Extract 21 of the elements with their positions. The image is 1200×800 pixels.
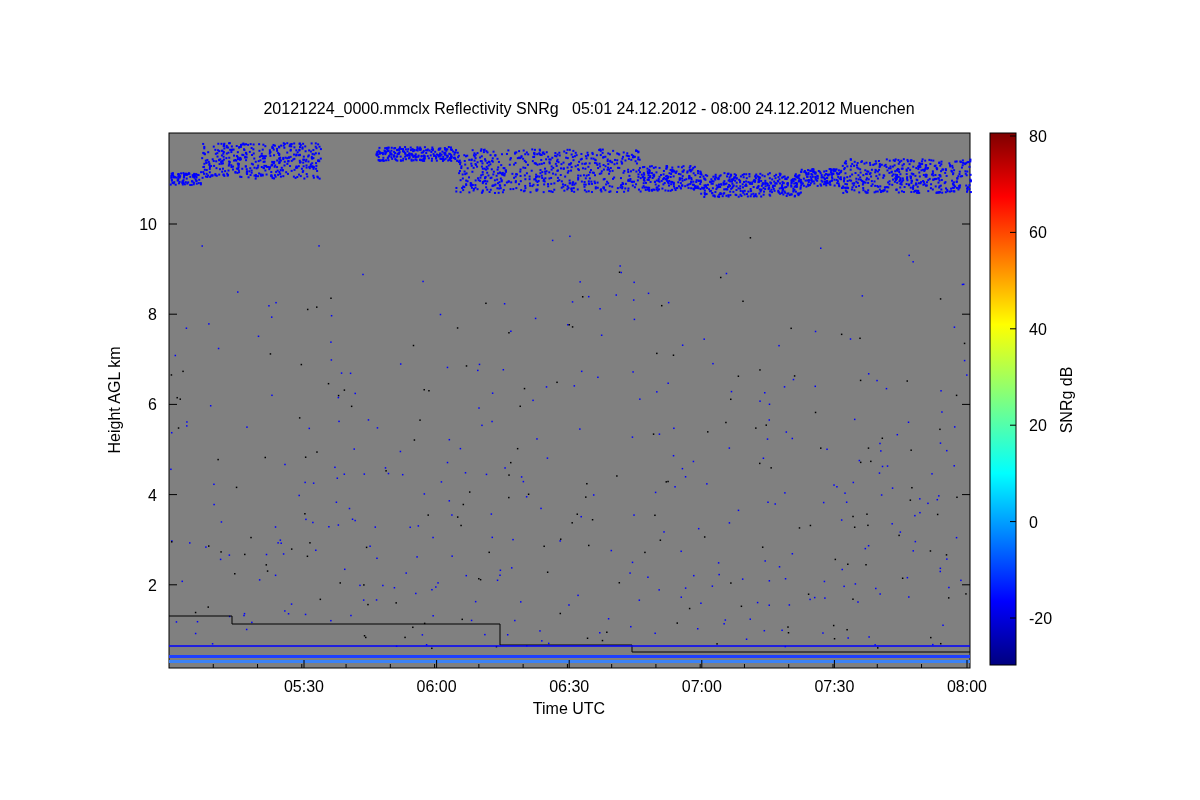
x-tick-label: 07:30 — [814, 678, 855, 695]
colorbar-tick-label: 80 — [1029, 128, 1047, 145]
x-tick-label: 08:00 — [947, 678, 987, 695]
x-tick-label: 05:30 — [284, 678, 324, 695]
colorbar-tick-label: 20 — [1029, 417, 1047, 435]
x-tick-label: 06:00 — [416, 678, 457, 695]
colorbar-tick-label: 60 — [1029, 224, 1047, 242]
colorbar-tick-label: 0 — [1029, 513, 1038, 531]
plot-title: 20121224_0000.mmclx Reflectivity SNRg 05:01 24.12.2012 - 08:00 24.12.2012 Muenchen — [263, 100, 915, 117]
y-tick-label: 6 — [148, 396, 157, 414]
y-tick-label: 8 — [148, 306, 157, 324]
x-tick-label: 07:00 — [681, 678, 722, 695]
y-axis-label: Height AGL km — [106, 346, 123, 454]
colorbar-label: SNRg dB — [1058, 366, 1075, 434]
y-tick-label: 2 — [148, 576, 157, 594]
y-tick-label: 10 — [139, 216, 157, 233]
colorbar-tick-label: 40 — [1029, 320, 1047, 338]
x-axis-label: Time UTC — [532, 700, 606, 717]
x-tick-label: 06:30 — [549, 678, 590, 695]
y-tick-label: 4 — [148, 486, 157, 504]
colorbar-tick-label: -20 — [1029, 610, 1053, 627]
